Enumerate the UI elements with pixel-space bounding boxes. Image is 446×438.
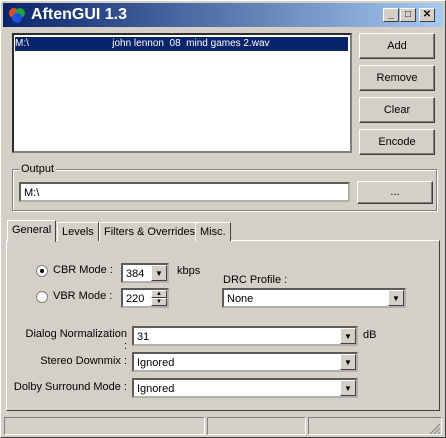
minimize-button[interactable]: _: [383, 8, 399, 22]
chevron-down-icon[interactable]: ▼: [340, 380, 356, 396]
chevron-down-icon[interactable]: ▼: [151, 265, 167, 281]
title-bar[interactable]: AftenGUI 1.3 _ □ ✕: [3, 3, 443, 27]
clear-button[interactable]: Clear: [359, 97, 435, 123]
dolby-surround-label: Dolby Surround Mode :: [13, 381, 127, 393]
drc-profile-label: DRC Profile :: [223, 274, 288, 286]
add-button[interactable]: Add: [359, 33, 435, 59]
vbr-quality-stepper[interactable]: 220 ▲ ▼: [121, 288, 169, 308]
encode-button[interactable]: Encode: [359, 129, 435, 155]
output-label: Output: [19, 163, 57, 175]
vbr-mode-radio[interactable]: [36, 291, 48, 303]
drc-profile-value: None: [227, 293, 254, 305]
cbr-bitrate-value: 384: [126, 268, 145, 280]
tab-levels[interactable]: Levels: [57, 222, 99, 241]
chevron-down-icon[interactable]: ▼: [388, 290, 404, 306]
stereo-downmix-label: Stereo Downmix :: [40, 355, 127, 367]
dolby-surround-select[interactable]: Ignored ▼: [132, 378, 358, 398]
cbr-mode-label: CBR Mode :: [53, 264, 113, 276]
spin-down-icon[interactable]: ▼: [151, 298, 167, 306]
status-cell-3: [308, 417, 442, 435]
main-window: AftenGUI 1.3 _ □ ✕ M:\ john lennon 08 mi…: [0, 0, 446, 438]
maximize-icon: □: [404, 9, 412, 20]
tab-misc[interactable]: Misc.: [195, 222, 231, 241]
dialog-normalization-select[interactable]: 31 ▼: [132, 326, 358, 346]
tab-filters-overrides[interactable]: Filters & Overrides: [99, 222, 201, 241]
chevron-down-icon[interactable]: ▼: [340, 328, 356, 344]
status-cell-1: [4, 417, 205, 435]
output-path-field[interactable]: M:\: [19, 182, 350, 202]
file-list[interactable]: M:\ john lennon 08 mind games 2.wav: [12, 33, 352, 153]
drc-profile-select[interactable]: None ▼: [222, 288, 406, 308]
kbps-label: kbps: [177, 265, 201, 277]
tab-general[interactable]: General: [7, 220, 57, 242]
app-icon: [9, 8, 25, 23]
vbr-quality-value: 220: [126, 293, 145, 305]
window-title: AftenGUI 1.3: [31, 6, 128, 23]
vbr-mode-label: VBR Mode :: [53, 290, 113, 302]
spin-up-icon[interactable]: ▲: [151, 290, 167, 298]
status-cell-2: [207, 417, 306, 435]
file-list-item[interactable]: M:\ john lennon 08 mind games 2.wav: [14, 36, 349, 52]
db-label: dB: [363, 329, 377, 341]
stereo-downmix-value: Ignored: [137, 357, 175, 369]
chevron-down-icon[interactable]: ▼: [340, 354, 356, 370]
resize-grip-icon[interactable]: [429, 423, 441, 435]
close-icon: ✕: [422, 9, 432, 20]
dolby-surround-value: Ignored: [137, 383, 175, 395]
minimize-icon: _: [388, 9, 394, 20]
browse-button[interactable]: ...: [357, 181, 433, 204]
stereo-downmix-select[interactable]: Ignored ▼: [132, 352, 358, 372]
cbr-bitrate-select[interactable]: 384 ▼: [121, 263, 169, 283]
remove-button[interactable]: Remove: [359, 65, 435, 91]
maximize-button[interactable]: □: [400, 8, 416, 22]
close-button[interactable]: ✕: [419, 8, 435, 22]
dialog-normalization-label: Dialog Normalization :: [25, 328, 128, 352]
dialog-normalization-value: 31: [137, 331, 150, 343]
cbr-mode-radio[interactable]: [36, 265, 48, 277]
